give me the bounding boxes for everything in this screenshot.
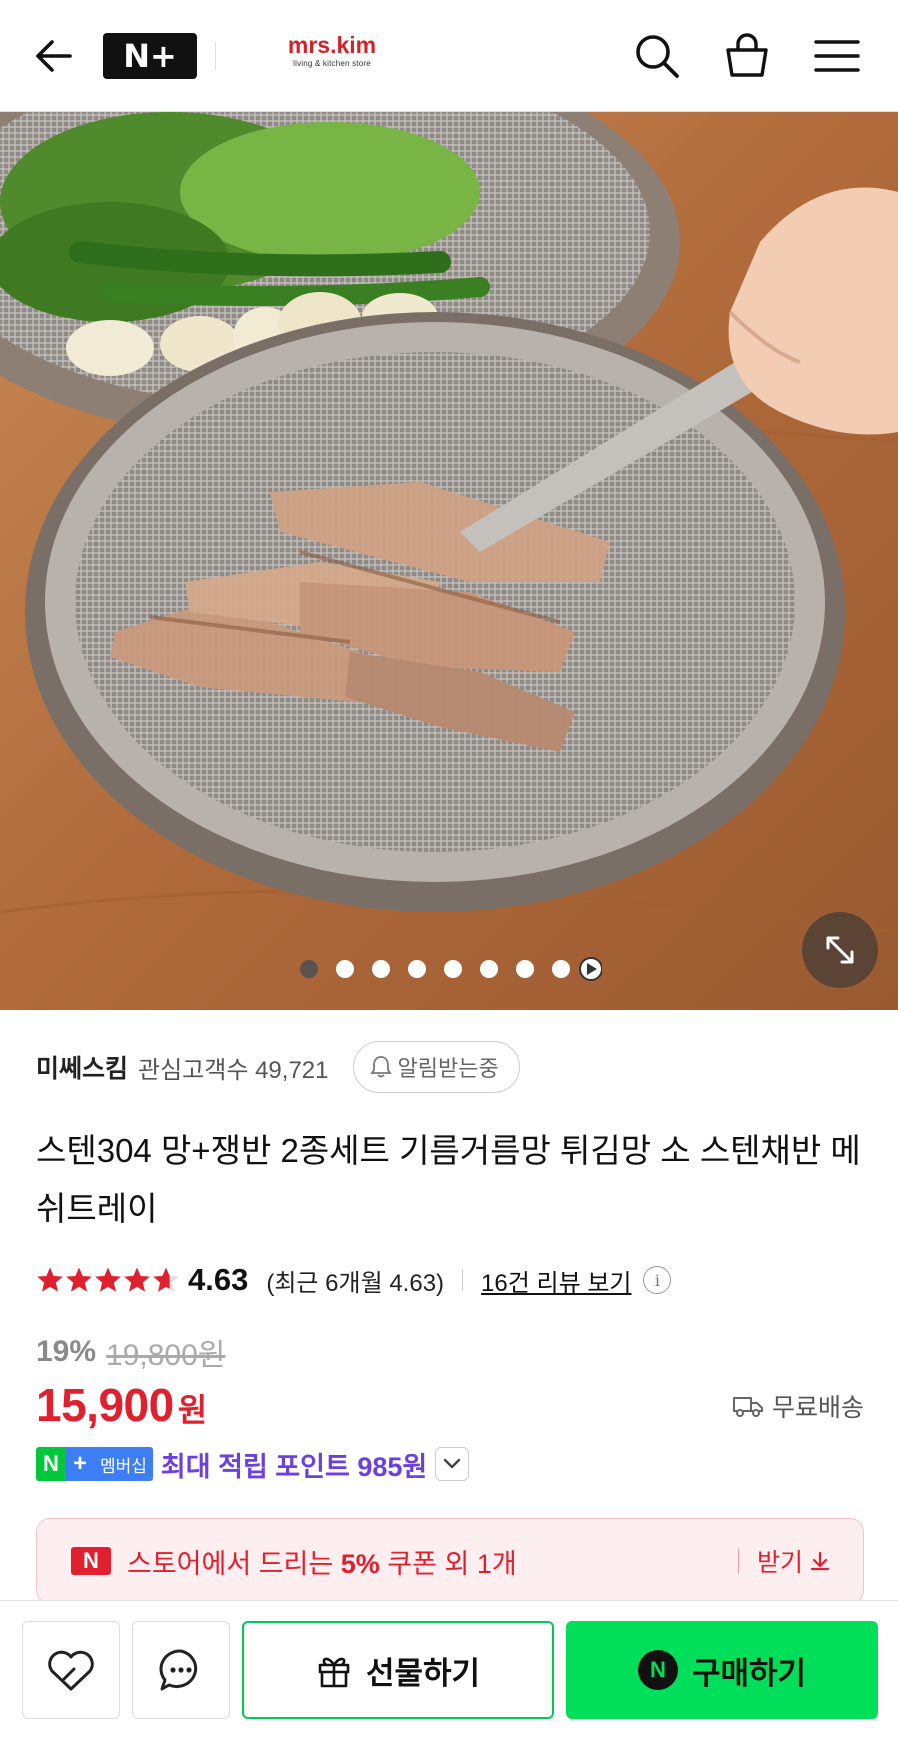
info-icon[interactable]: i [643,1266,672,1294]
search-icon[interactable] [631,30,683,82]
star-icon [95,1267,121,1292]
product-image[interactable] [0,112,898,1010]
store-logo[interactable]: mrs.kim living & kitchen store [287,32,377,68]
membership-badge-n: N [36,1447,66,1481]
shipping-label: 무료배송 [771,1394,864,1422]
membership-points-text: 최대 적립 포인트 985원 [161,1445,427,1484]
star-icon [124,1267,150,1292]
bell-icon [369,1056,392,1078]
membership-points: 985 [357,1451,403,1482]
menu-icon[interactable] [811,30,863,82]
nplus-logo[interactable]: N+ [103,33,197,79]
fans-count: 관심고객수 49,721 [138,1056,329,1084]
discount-rate: 19% [36,1335,97,1368]
store-logo-sub: living & kitchen store [293,59,371,68]
membership-text-prefix: 최대 적립 포인트 [160,1451,350,1482]
alarm-button[interactable]: 알림받는중 [352,1041,520,1093]
coupon-n-icon: N [71,1547,111,1575]
recent-rating: (최근 6개월 4.63) [266,1269,445,1297]
talk-button[interactable] [132,1621,230,1719]
coupon-text-before: 스토어에서 드리는 [127,1548,334,1579]
product-title: 스텐304 망+쟁반 2종세트 기름거름망 튀김망 소 스텐채반 메쉬트레이 [36,1132,861,1227]
store-logo-name: mrs.kim [287,32,377,58]
coupon-text-after: 쿠폰 외 1개 [387,1548,517,1579]
price-unit: 원 [177,1392,208,1428]
membership-badge: N + 멤버십 [36,1447,153,1481]
seller-name[interactable]: 미쎄스킴 [36,1049,128,1085]
gift-icon [318,1657,350,1688]
coupon-separator [737,1548,739,1574]
shipping-info: 무료배송 [732,1388,864,1424]
download-icon [810,1551,830,1571]
wishlist-button[interactable] [22,1621,120,1719]
rating-score: 4.63 [188,1262,249,1297]
membership-points-unit: 원 [402,1451,428,1482]
chevron-down-icon[interactable] [435,1447,470,1481]
rating-separator [462,1269,464,1291]
discount-row: 19% 19,800원 [36,1330,225,1374]
star-icon [37,1267,63,1292]
rating-row: 4.63 (최근 6개월 4.63) 16건 리뷰 보기 i [36,1258,672,1302]
expand-image-icon[interactable] [802,912,878,988]
seller-row: 미쎄스킴 관심고객수 49,721 알림받는중 [36,1040,520,1094]
coupon-percent: 5% [340,1548,380,1579]
shopping-bag-icon[interactable] [721,30,773,82]
buy-label: 구매하기 [691,1655,807,1691]
gallery-indicator[interactable] [0,956,898,982]
header-divider [215,42,216,70]
top-header: N+ mrs.kim living & kitchen store [0,0,898,112]
review-link[interactable]: 16건 리뷰 보기 [481,1263,631,1298]
coupon-text: 스토어에서 드리는 5% 쿠폰 외 1개 [127,1542,738,1581]
nplus-logo-text: N+ [123,37,177,75]
coupon-get-button[interactable]: 받기 [757,1543,831,1579]
alarm-label: 알림받는중 [397,1056,499,1081]
membership-row[interactable]: N + 멤버십 최대 적립 포인트 985원 [36,1444,470,1484]
buy-button[interactable]: N 구매하기 [566,1621,878,1719]
sale-price: 15,900 [36,1379,174,1431]
membership-badge-plus: + [66,1447,94,1481]
coupon-get-label: 받기 [756,1549,803,1577]
rating-stars [36,1266,180,1294]
truck-icon [732,1397,763,1417]
naver-pay-icon: N [637,1650,678,1690]
gift-button[interactable]: 선물하기 [242,1621,554,1719]
chat-bubble-icon [159,1649,198,1691]
original-price: 19,800원 [106,1339,226,1372]
star-icon [153,1267,179,1292]
star-icon [66,1267,92,1292]
bottom-action-bar: 선물하기 N 구매하기 [0,1600,898,1745]
gift-label: 선물하기 [365,1655,481,1691]
membership-badge-text: 멤버십 [94,1447,153,1481]
price-row: 15,900 원 [36,1378,207,1432]
back-arrow-icon[interactable] [30,32,78,80]
coupon-banner[interactable]: N 스토어에서 드리는 5% 쿠폰 외 1개 받기 [36,1518,864,1604]
heart-icon [48,1650,94,1691]
